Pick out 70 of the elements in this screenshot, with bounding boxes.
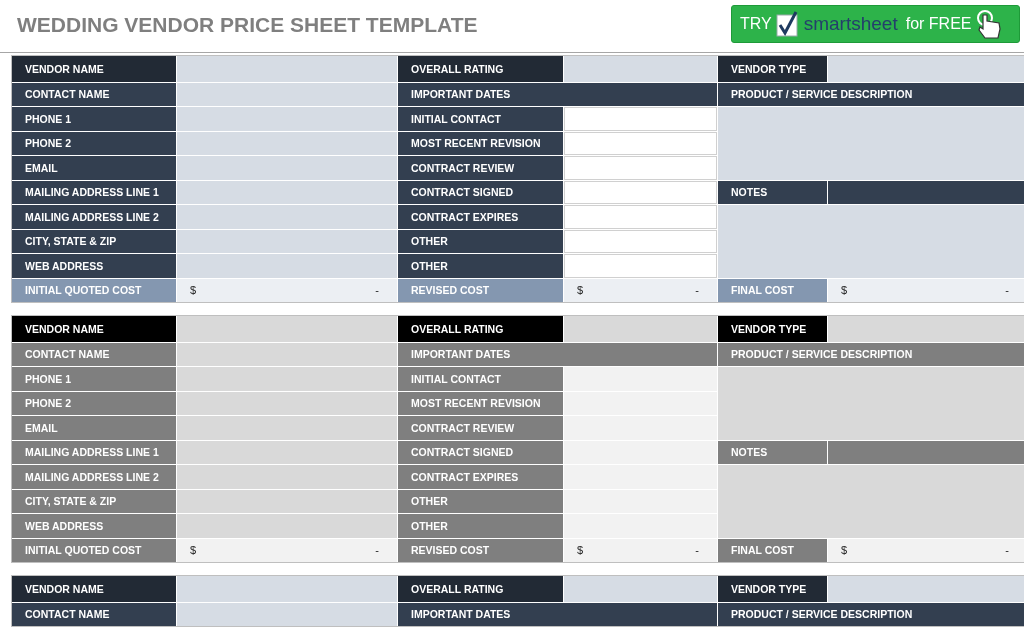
- field-label: MOST RECENT REVISION: [398, 131, 563, 155]
- cost-label: REVISED COST: [398, 538, 563, 562]
- cost-label: INITIAL QUOTED COST: [12, 538, 176, 562]
- field-label: CONTRACT EXPIRES: [398, 465, 563, 489]
- amount-value: -: [1005, 284, 1009, 297]
- field-label: MOST RECENT REVISION: [398, 391, 563, 415]
- amount-value: -: [1005, 544, 1009, 557]
- field-label: CONTRACT REVIEW: [398, 416, 563, 440]
- field-label: CONTACT NAME: [12, 82, 176, 106]
- field-label: OTHER: [398, 229, 563, 253]
- field-label: INITIAL CONTACT: [398, 107, 563, 131]
- page-title: WEDDING VENDOR PRICE SHEET TEMPLATE: [17, 13, 478, 37]
- field-label: OTHER: [398, 489, 563, 513]
- field-label: VENDOR NAME: [12, 576, 176, 602]
- field-label: OVERALL RATING: [398, 576, 563, 602]
- field-label: PHONE 1: [12, 107, 176, 131]
- field-label: OVERALL RATING: [398, 56, 563, 82]
- field-label: MAILING ADDRESS LINE 2: [12, 205, 176, 229]
- field-label: NOTES: [718, 440, 827, 464]
- field-label: CONTRACT EXPIRES: [398, 205, 563, 229]
- field-label: MAILING ADDRESS LINE 2: [12, 465, 176, 489]
- section-label: IMPORTANT DATES: [398, 342, 717, 366]
- currency-symbol: $: [190, 284, 197, 297]
- amount-value: -: [695, 544, 699, 557]
- section-label: IMPORTANT DATES: [398, 602, 717, 626]
- field-label: CONTACT NAME: [12, 602, 176, 626]
- section-label: PRODUCT / SERVICE DESCRIPTION: [718, 602, 1024, 626]
- field-label: EMAIL: [12, 156, 176, 180]
- section-label: PRODUCT / SERVICE DESCRIPTION: [718, 342, 1024, 366]
- field-label: WEB ADDRESS: [12, 254, 176, 278]
- field-label: PHONE 2: [12, 131, 176, 155]
- field-label: VENDOR NAME: [12, 316, 176, 342]
- field-label: VENDOR NAME: [12, 56, 176, 82]
- cost-label: FINAL COST: [718, 538, 827, 562]
- checkmark-icon: [775, 11, 798, 37]
- currency-symbol: $: [190, 544, 197, 557]
- amount-value: -: [375, 284, 379, 297]
- field-label: OTHER: [398, 254, 563, 278]
- field-label: OTHER: [398, 514, 563, 538]
- amount-value: -: [375, 544, 379, 557]
- free-trial-button[interactable]: TRY smartsheet for FREE: [731, 5, 1020, 43]
- field-label: CONTRACT SIGNED: [398, 180, 563, 204]
- field-label: EMAIL: [12, 416, 176, 440]
- field-label: NOTES: [718, 180, 827, 204]
- field-label: CONTRACT SIGNED: [398, 440, 563, 464]
- field-label: CONTRACT REVIEW: [398, 156, 563, 180]
- currency-symbol: $: [577, 284, 584, 297]
- field-label: INITIAL CONTACT: [398, 367, 563, 391]
- field-label: MAILING ADDRESS LINE 1: [12, 180, 176, 204]
- cost-label: INITIAL QUOTED COST: [12, 278, 176, 302]
- currency-symbol: $: [841, 284, 848, 297]
- field-label: OVERALL RATING: [398, 316, 563, 342]
- section-label: PRODUCT / SERVICE DESCRIPTION: [718, 82, 1024, 106]
- currency-symbol: $: [841, 544, 848, 557]
- field-label: CITY, STATE & ZIP: [12, 489, 176, 513]
- field-label: MAILING ADDRESS LINE 1: [12, 440, 176, 464]
- amount-value: -: [695, 284, 699, 297]
- field-label: CONTACT NAME: [12, 342, 176, 366]
- field-label: VENDOR TYPE: [718, 56, 827, 82]
- field-label: VENDOR TYPE: [718, 576, 827, 602]
- field-label: PHONE 1: [12, 367, 176, 391]
- cost-label: REVISED COST: [398, 278, 563, 302]
- field-label: PHONE 2: [12, 391, 176, 415]
- field-label: CITY, STATE & ZIP: [12, 229, 176, 253]
- currency-symbol: $: [577, 544, 584, 557]
- cost-label: FINAL COST: [718, 278, 827, 302]
- section-label: IMPORTANT DATES: [398, 82, 717, 106]
- pointer-hand-icon: [975, 9, 1002, 39]
- field-label: VENDOR TYPE: [718, 316, 827, 342]
- field-label: WEB ADDRESS: [12, 514, 176, 538]
